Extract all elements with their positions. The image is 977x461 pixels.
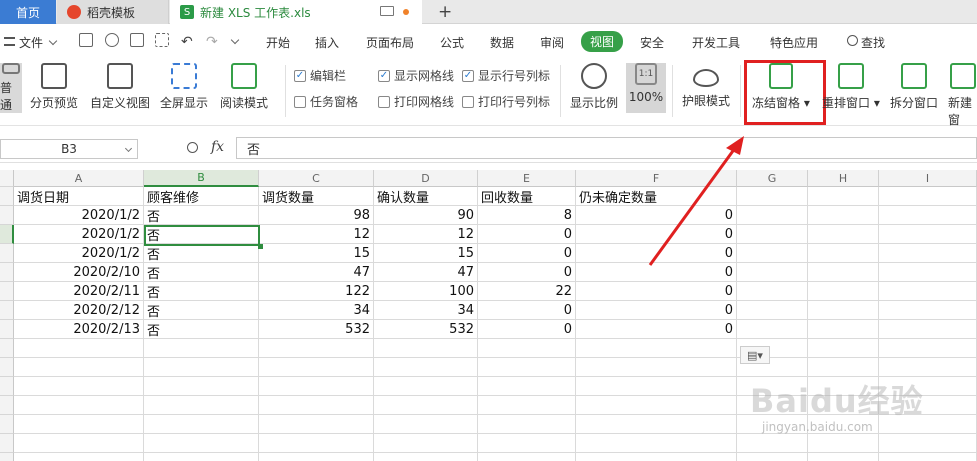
arrow-head-icon (726, 136, 744, 155)
annotation-arrow (648, 136, 744, 266)
arrow-shaft (648, 143, 740, 266)
